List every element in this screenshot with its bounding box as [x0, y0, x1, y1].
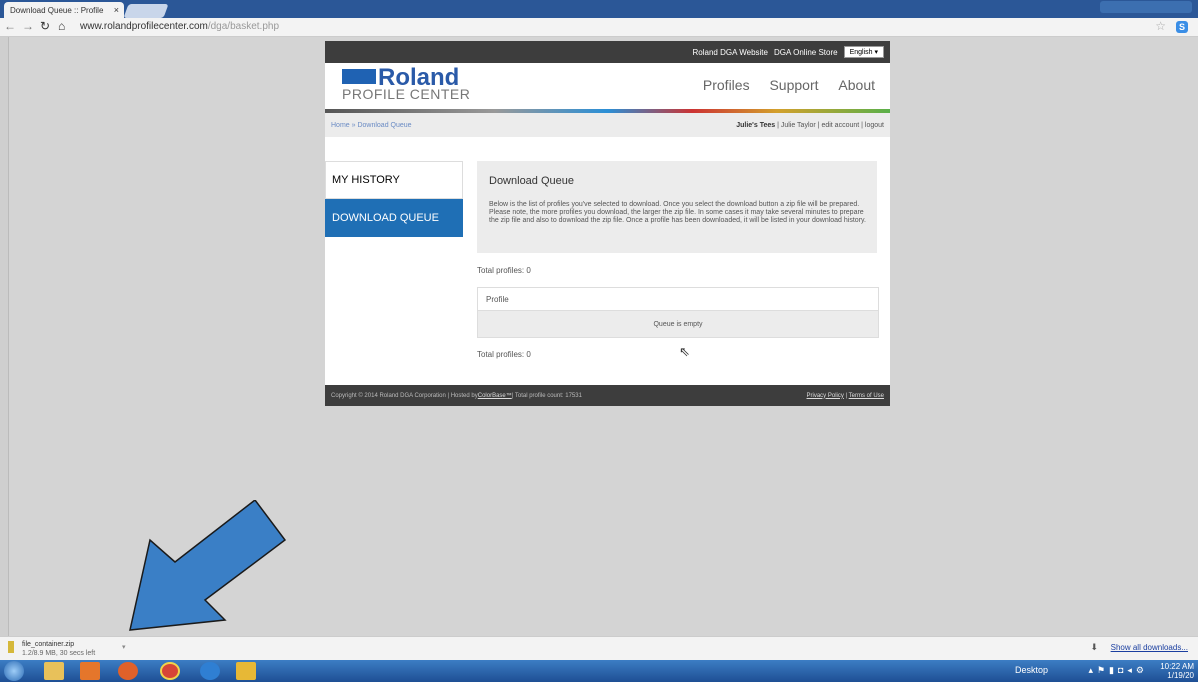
- logout-link[interactable]: logout: [865, 122, 884, 129]
- system-tray-icons[interactable]: ▴⚑▮◘◂⚙: [1088, 665, 1148, 676]
- back-icon[interactable]: ←: [4, 19, 16, 33]
- annotation-arrow-icon: [129, 500, 287, 631]
- download-file-name: file_container.zip: [22, 641, 75, 648]
- forward-icon[interactable]: →: [22, 19, 34, 33]
- download-progress-text: 1.2/8.9 MB, 30 secs left: [22, 650, 96, 657]
- download-shelf: file_container.zip 1.2/8.9 MB, 30 secs l…: [0, 636, 1198, 661]
- clock-time: 10:22 AM: [1160, 662, 1194, 671]
- sidebar-item-my-history[interactable]: MY HISTORY: [325, 161, 463, 199]
- privacy-policy-link[interactable]: Privacy Policy: [807, 393, 844, 399]
- total-profiles-top: Total profiles: 0: [477, 266, 531, 275]
- profile-count: | Total profile count: 17531: [511, 392, 582, 399]
- site-topbar: Roland DGA Website DGA Online Store Engl…: [325, 41, 890, 63]
- nav-about[interactable]: About: [838, 77, 875, 93]
- show-all-downloads-link[interactable]: Show all downloads...: [1111, 643, 1188, 652]
- explorer-icon[interactable]: [44, 662, 64, 680]
- queue-info-panel: Download Queue Below is the list of prof…: [477, 161, 877, 253]
- tab-title: Download Queue :: Profile: [10, 5, 104, 15]
- windows-taskbar: Desktop ▴⚑▮◘◂⚙ 10:22 AM 1/19/20: [0, 660, 1198, 682]
- queue-empty-message: Queue is empty: [478, 311, 878, 337]
- internet-explorer-icon[interactable]: [200, 662, 220, 680]
- main-nav: Profiles Support About: [687, 77, 875, 93]
- queue-table: Profile Queue is empty: [477, 287, 879, 338]
- breadcrumb-row: Home » Download Queue Julie's Tees | Jul…: [325, 113, 890, 137]
- roland-dga-website-link[interactable]: Roland DGA Website: [693, 48, 768, 57]
- account-links: Julie's Tees | Julie Taylor | edit accou…: [736, 122, 884, 129]
- website: Roland DGA Website DGA Online Store Engl…: [325, 41, 890, 406]
- zip-file-icon: [8, 641, 14, 653]
- extension-icon[interactable]: S: [1176, 21, 1188, 33]
- bookmark-star-icon[interactable]: ☆: [1155, 19, 1166, 33]
- copyright-text: Copyright © 2014 Roland DGA Corporation …: [331, 392, 478, 399]
- chevron-down-icon[interactable]: ▾: [122, 643, 126, 651]
- colorbase-link[interactable]: ColorBase™: [478, 393, 512, 399]
- download-item[interactable]: file_container.zip 1.2/8.9 MB, 30 secs l…: [8, 639, 128, 659]
- download-icon: ⬇: [1090, 642, 1098, 652]
- clock[interactable]: 10:22 AM 1/19/20: [1160, 662, 1194, 680]
- edit-account-link[interactable]: edit account: [821, 122, 859, 129]
- site-header: Roland PROFILE CENTER Profiles Support A…: [325, 63, 890, 109]
- business-name: Julie's Tees: [736, 121, 776, 129]
- queue-description: Below is the list of profiles you've sel…: [489, 201, 866, 224]
- new-tab-button[interactable]: [123, 4, 169, 18]
- column-header-profile: Profile: [478, 288, 878, 311]
- media-player-icon[interactable]: [80, 662, 100, 680]
- window-controls[interactable]: [1100, 1, 1192, 13]
- page-title: Download Queue: [489, 175, 575, 187]
- site-footer: Copyright © 2014 Roland DGA Corporation …: [325, 385, 890, 406]
- reload-icon[interactable]: ↻: [40, 19, 50, 33]
- address-bar: ← → ↻ ⌂ www.rolandprofilecenter.com/dga/…: [0, 18, 1198, 37]
- mouse-cursor-icon: ⇖: [679, 344, 690, 359]
- user-name: Julie Taylor: [780, 121, 816, 129]
- browser-tab[interactable]: Download Queue :: Profile ×: [4, 2, 124, 18]
- start-button[interactable]: [4, 661, 24, 681]
- nav-profiles[interactable]: Profiles: [703, 77, 750, 93]
- home-icon[interactable]: ⌂: [58, 19, 65, 33]
- url-field[interactable]: www.rolandprofilecenter.com/dga/basket.p…: [80, 20, 1130, 33]
- app-icon[interactable]: [236, 662, 256, 680]
- nav-support[interactable]: Support: [769, 77, 818, 93]
- url-path: /dga/basket.php: [207, 21, 280, 32]
- window-titlebar: Download Queue :: Profile ×: [0, 0, 1198, 18]
- firefox-icon[interactable]: [118, 662, 138, 680]
- footer-links: Privacy Policy | Terms of Use: [807, 393, 884, 399]
- left-edge: [0, 37, 9, 637]
- url-host: www.rolandprofilecenter.com: [80, 21, 208, 32]
- terms-of-use-link[interactable]: Terms of Use: [849, 393, 884, 399]
- language-select[interactable]: English ▾: [843, 46, 884, 58]
- logo-subtitle: PROFILE CENTER: [342, 86, 471, 102]
- dga-online-store-link[interactable]: DGA Online Store: [774, 48, 838, 57]
- roland-logo-mark: [342, 69, 376, 84]
- sidebar-item-download-queue[interactable]: DOWNLOAD QUEUE: [325, 199, 463, 237]
- chrome-icon[interactable]: [160, 662, 180, 680]
- desktop-toolbar[interactable]: Desktop: [1015, 665, 1048, 675]
- tab-close-icon[interactable]: ×: [114, 5, 119, 15]
- sidebar: MY HISTORY DOWNLOAD QUEUE: [325, 161, 463, 237]
- clock-date: 1/19/20: [1167, 671, 1194, 680]
- total-profiles-bottom: Total profiles: 0: [477, 350, 531, 359]
- breadcrumb[interactable]: Home » Download Queue: [331, 122, 412, 129]
